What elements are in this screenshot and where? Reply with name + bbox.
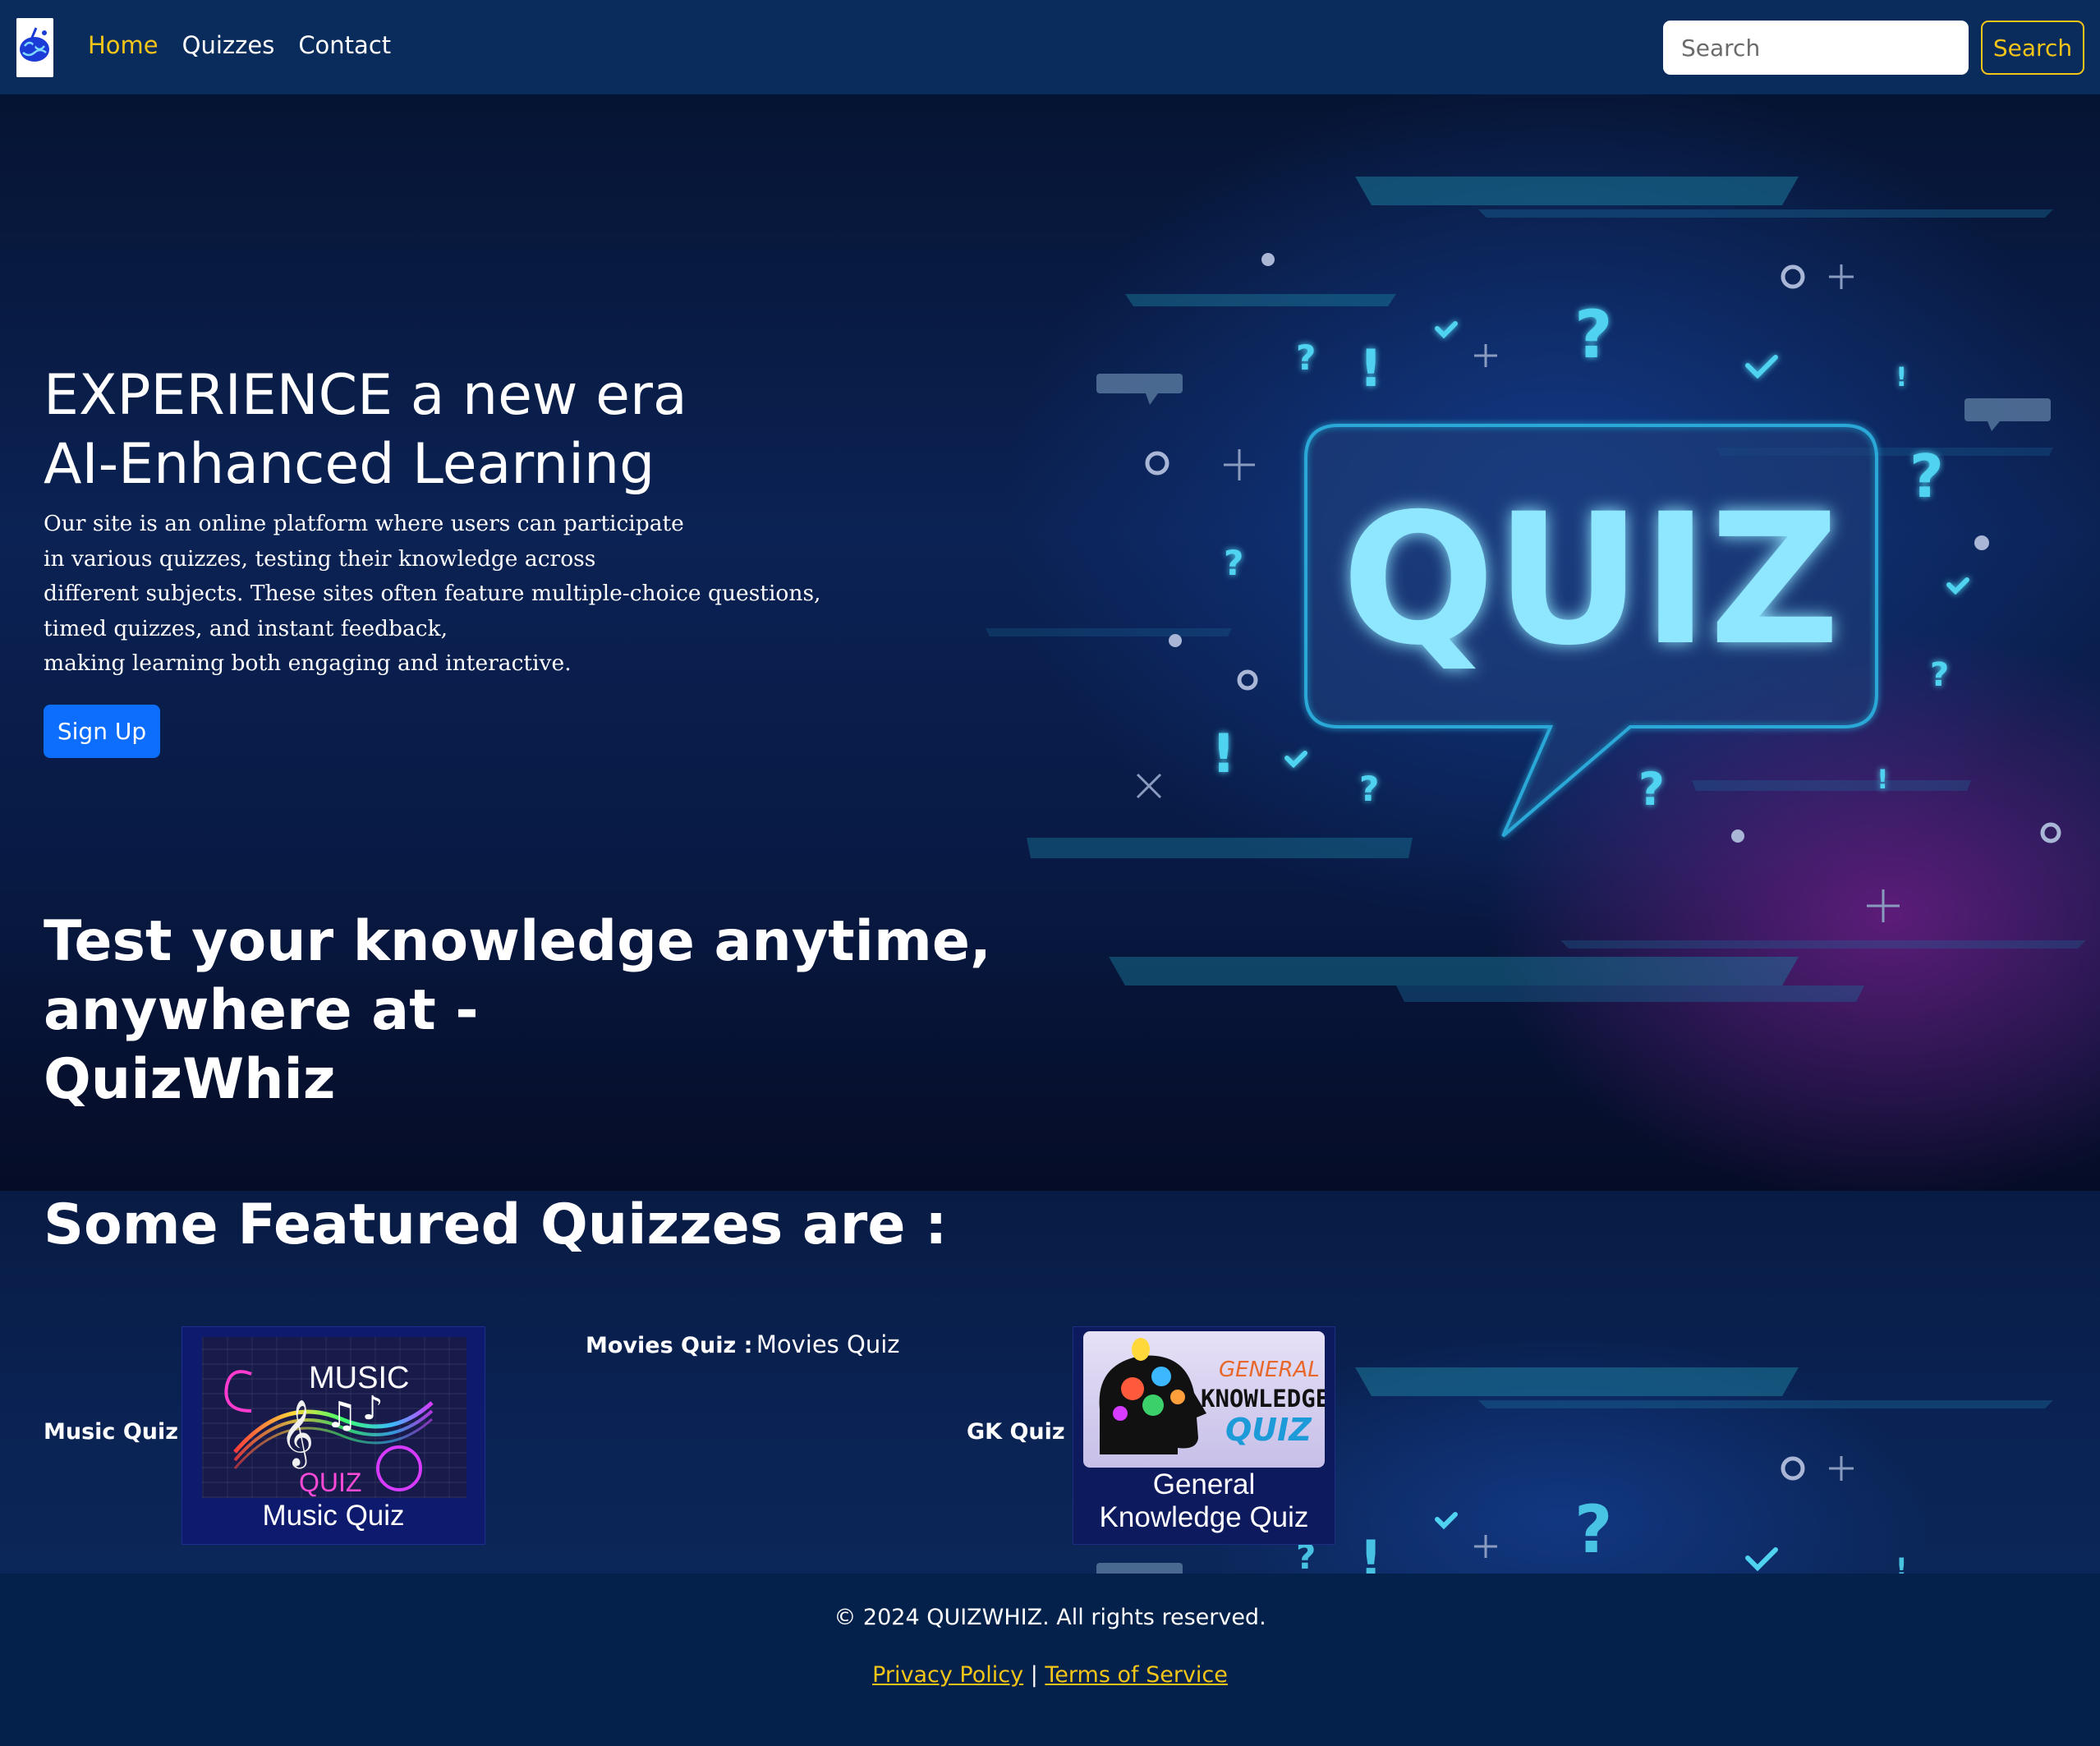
copyright-text: © 2024 QUIZWHIZ. All rights reserved. [834, 1605, 1266, 1630]
hero-description-line: making learning both engaging and intera… [44, 650, 572, 676]
terms-of-service-link[interactable]: Terms of Service [1045, 1662, 1228, 1688]
music-quiz-label: Music Quiz : [44, 1419, 195, 1445]
footer-links: Privacy Policy | Terms of Service [0, 1662, 2100, 1688]
head-gears-icon: GENERAL KNOWLEDGE QUIZ [1099, 1338, 1325, 1454]
svg-text:KNOWLEDGE: KNOWLEDGE [1201, 1385, 1325, 1413]
nav-links: Home Quizzes Contact [88, 31, 391, 59]
movies-quiz-item[interactable]: Movies Quiz : Movies Quiz [586, 1330, 900, 1358]
svg-text:!: ! [1359, 338, 1382, 398]
music-quiz-card[interactable]: 𝄞 ♫ ♪ MUSIC QUIZ Music Quiz [182, 1326, 485, 1545]
featured-quizzes-section: ? ? ! ! Some Featured Quizzes are : Musi… [0, 1191, 2100, 1574]
svg-text:MUSIC: MUSIC [309, 1361, 409, 1395]
hero-tagline: Test your knowledge anytime, anywhere at… [44, 907, 1275, 1114]
svg-text:?: ? [1296, 338, 1316, 378]
music-notes-icon: 𝄞 ♫ ♪ MUSIC QUIZ [224, 1361, 434, 1497]
svg-text:!: ! [1211, 724, 1236, 785]
svg-text:♫: ♫ [325, 1395, 357, 1436]
brand-name: QuizWhiz [44, 1047, 336, 1112]
hero-title-line1: EXPERIENCE a new era [44, 363, 687, 428]
hero-description: Our site is an online platform where use… [44, 507, 865, 682]
svg-text:GENERAL: GENERAL [1219, 1358, 1320, 1382]
nav-link-contact[interactable]: Contact [298, 31, 391, 59]
movies-quiz-image-alt[interactable]: Movies Quiz [756, 1330, 900, 1358]
svg-text:!: ! [1359, 1529, 1382, 1574]
brain-logo-icon [16, 18, 53, 77]
gk-quiz-card[interactable]: GENERAL KNOWLEDGE QUIZ General Knowledge… [1073, 1326, 1335, 1545]
svg-text:?: ? [1224, 543, 1243, 583]
signup-button[interactable]: Sign Up [44, 705, 160, 758]
svg-text:?: ? [1359, 769, 1379, 809]
site-logo[interactable] [16, 18, 53, 77]
hero-title: EXPERIENCE a new era AI-Enhanced Learnin… [44, 361, 947, 499]
svg-text:?: ? [1930, 656, 1949, 694]
footer-separator: | [1030, 1662, 1038, 1688]
svg-text:!: ! [1896, 1552, 1908, 1574]
hero-description-line: different subjects. These sites often fe… [44, 581, 821, 606]
music-quiz-caption: Music Quiz [262, 1500, 405, 1532]
hero-description-line: in various quizzes, testing their knowle… [44, 545, 596, 572]
search-button[interactable]: Search [1981, 21, 2084, 75]
svg-text:!: ! [1896, 361, 1908, 393]
gk-quiz-label: GK Quiz : [967, 1419, 1082, 1445]
svg-text:?: ? [1638, 763, 1665, 816]
featured-title: Some Featured Quizzes are : [44, 1192, 948, 1257]
navbar: Home Quizzes Contact Search [0, 0, 2100, 94]
footer: © 2024 QUIZWHIZ. All rights reserved. Pr… [0, 1574, 2100, 1746]
gk-quiz-caption-line2: Knowledge Quiz [1099, 1501, 1309, 1533]
movies-quiz-label: Movies Quiz : [586, 1333, 753, 1358]
svg-text:QUIZ: QUIZ [299, 1468, 361, 1497]
music-quiz-image: 𝄞 ♫ ♪ MUSIC QUIZ [202, 1337, 466, 1498]
nav-link-quizzes[interactable]: Quizzes [182, 31, 275, 59]
svg-text:QUIZ: QUIZ [1225, 1412, 1312, 1448]
svg-text:!: ! [1877, 764, 1889, 795]
privacy-policy-link[interactable]: Privacy Policy [872, 1662, 1023, 1688]
nav-link-home[interactable]: Home [88, 31, 159, 59]
hero-description-line: Our site is an online platform where use… [44, 511, 684, 536]
hero-description-line: timed quizzes, and instant feedback, [44, 615, 448, 641]
svg-text:𝄞: 𝄞 [280, 1399, 314, 1468]
gk-quiz-caption-line1: General [1152, 1468, 1256, 1500]
hero-title-line2: AI-Enhanced Learning [44, 432, 655, 497]
svg-text:?: ? [1909, 442, 1944, 511]
hero-section: QUIZ ? ? ! ? ? ? ! ? ? ! ! EXPERIENCE a … [0, 94, 2100, 1191]
search-input[interactable] [1663, 21, 1969, 75]
gk-quiz-image: GENERAL KNOWLEDGE QUIZ [1083, 1331, 1325, 1468]
tagline-text: Test your knowledge anytime, anywhere at… [44, 909, 991, 1043]
svg-text:?: ? [1574, 296, 1612, 373]
quiz-neon-text: QUIZ [1341, 475, 1840, 685]
svg-text:?: ? [1574, 1491, 1612, 1568]
